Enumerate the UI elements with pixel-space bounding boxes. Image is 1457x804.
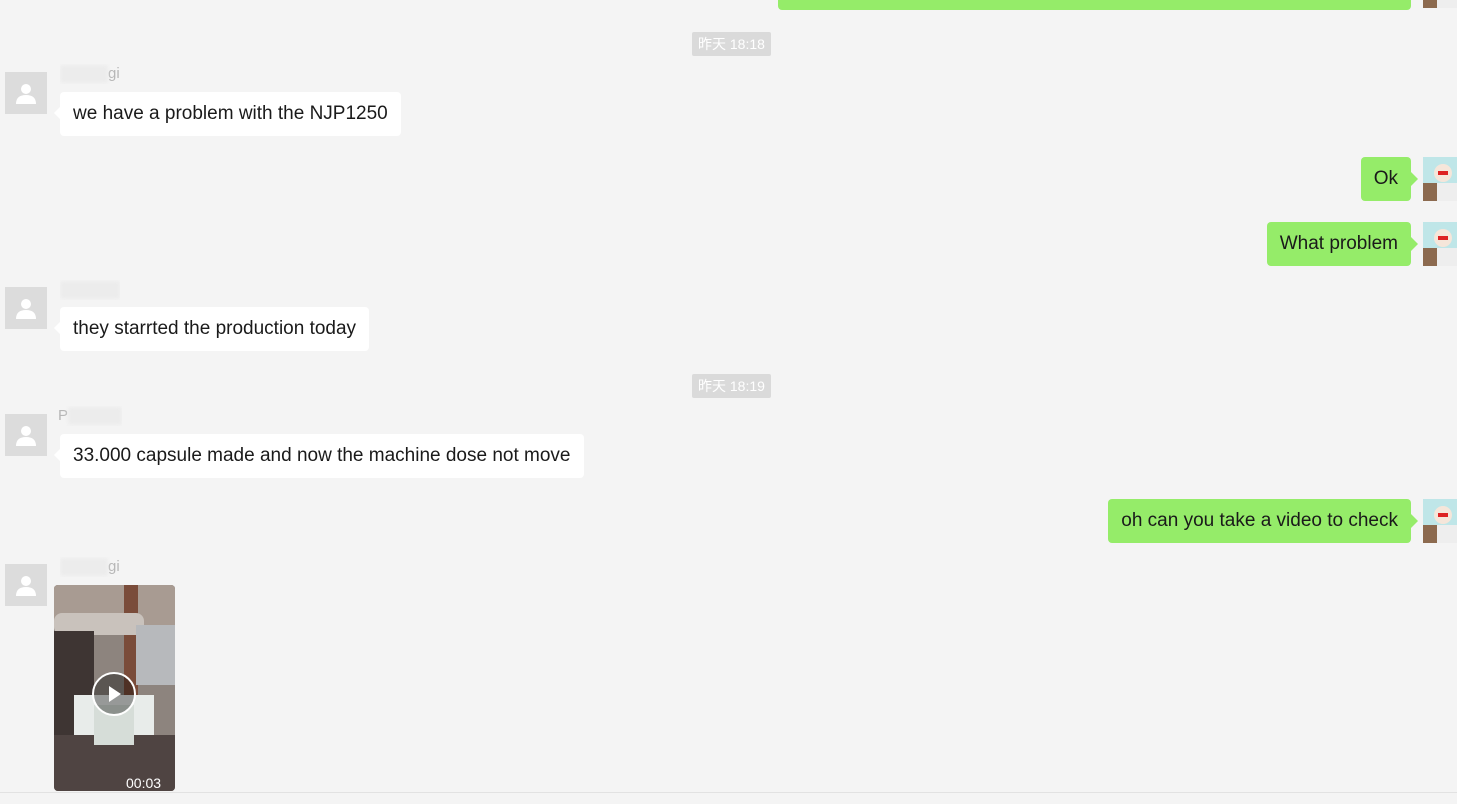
self-avatar[interactable] xyxy=(1423,222,1457,266)
self-avatar[interactable] xyxy=(1423,0,1457,8)
redacted-name-blur xyxy=(60,281,120,300)
self-avatar[interactable] xyxy=(1423,157,1457,201)
person-icon xyxy=(16,576,36,596)
message-bubble-outgoing-partial[interactable] xyxy=(778,0,1411,10)
message-bubble-outgoing[interactable]: What problem xyxy=(1266,222,1419,266)
self-avatar[interactable] xyxy=(1423,499,1457,543)
sender-name: gi xyxy=(60,64,120,84)
sender-name: gi xyxy=(60,557,120,577)
person-icon xyxy=(16,299,36,319)
divider xyxy=(0,792,1457,793)
sender-name: P xyxy=(58,406,123,426)
message-bubble-outgoing[interactable]: Ok xyxy=(1360,157,1419,201)
video-duration: 00:03 xyxy=(126,775,162,791)
avatar[interactable] xyxy=(5,72,47,114)
person-icon xyxy=(16,426,36,446)
message-bubble-incoming[interactable]: 33.000 capsule made and now the machine … xyxy=(54,434,584,478)
timestamp-divider: 昨天 18:19 xyxy=(692,374,771,398)
message-bubble-incoming[interactable]: we have a problem with the NJP1250 xyxy=(54,92,401,136)
person-icon xyxy=(16,84,36,104)
play-icon xyxy=(109,686,121,702)
avatar[interactable] xyxy=(5,414,47,456)
message-bubble-outgoing[interactable]: oh can you take a video to check xyxy=(1108,499,1418,543)
timestamp-divider: 昨天 18:18 xyxy=(692,32,771,56)
video-message-thumbnail[interactable]: 00:03 xyxy=(54,585,175,791)
redacted-name-blur xyxy=(60,65,108,84)
redacted-name-blur xyxy=(60,558,108,577)
message-bubble-incoming[interactable]: they starrted the production today xyxy=(53,307,370,351)
sender-name xyxy=(60,280,120,300)
avatar[interactable] xyxy=(5,287,47,329)
play-button[interactable] xyxy=(92,672,136,716)
redacted-name-blur xyxy=(68,407,123,426)
avatar[interactable] xyxy=(5,564,47,606)
